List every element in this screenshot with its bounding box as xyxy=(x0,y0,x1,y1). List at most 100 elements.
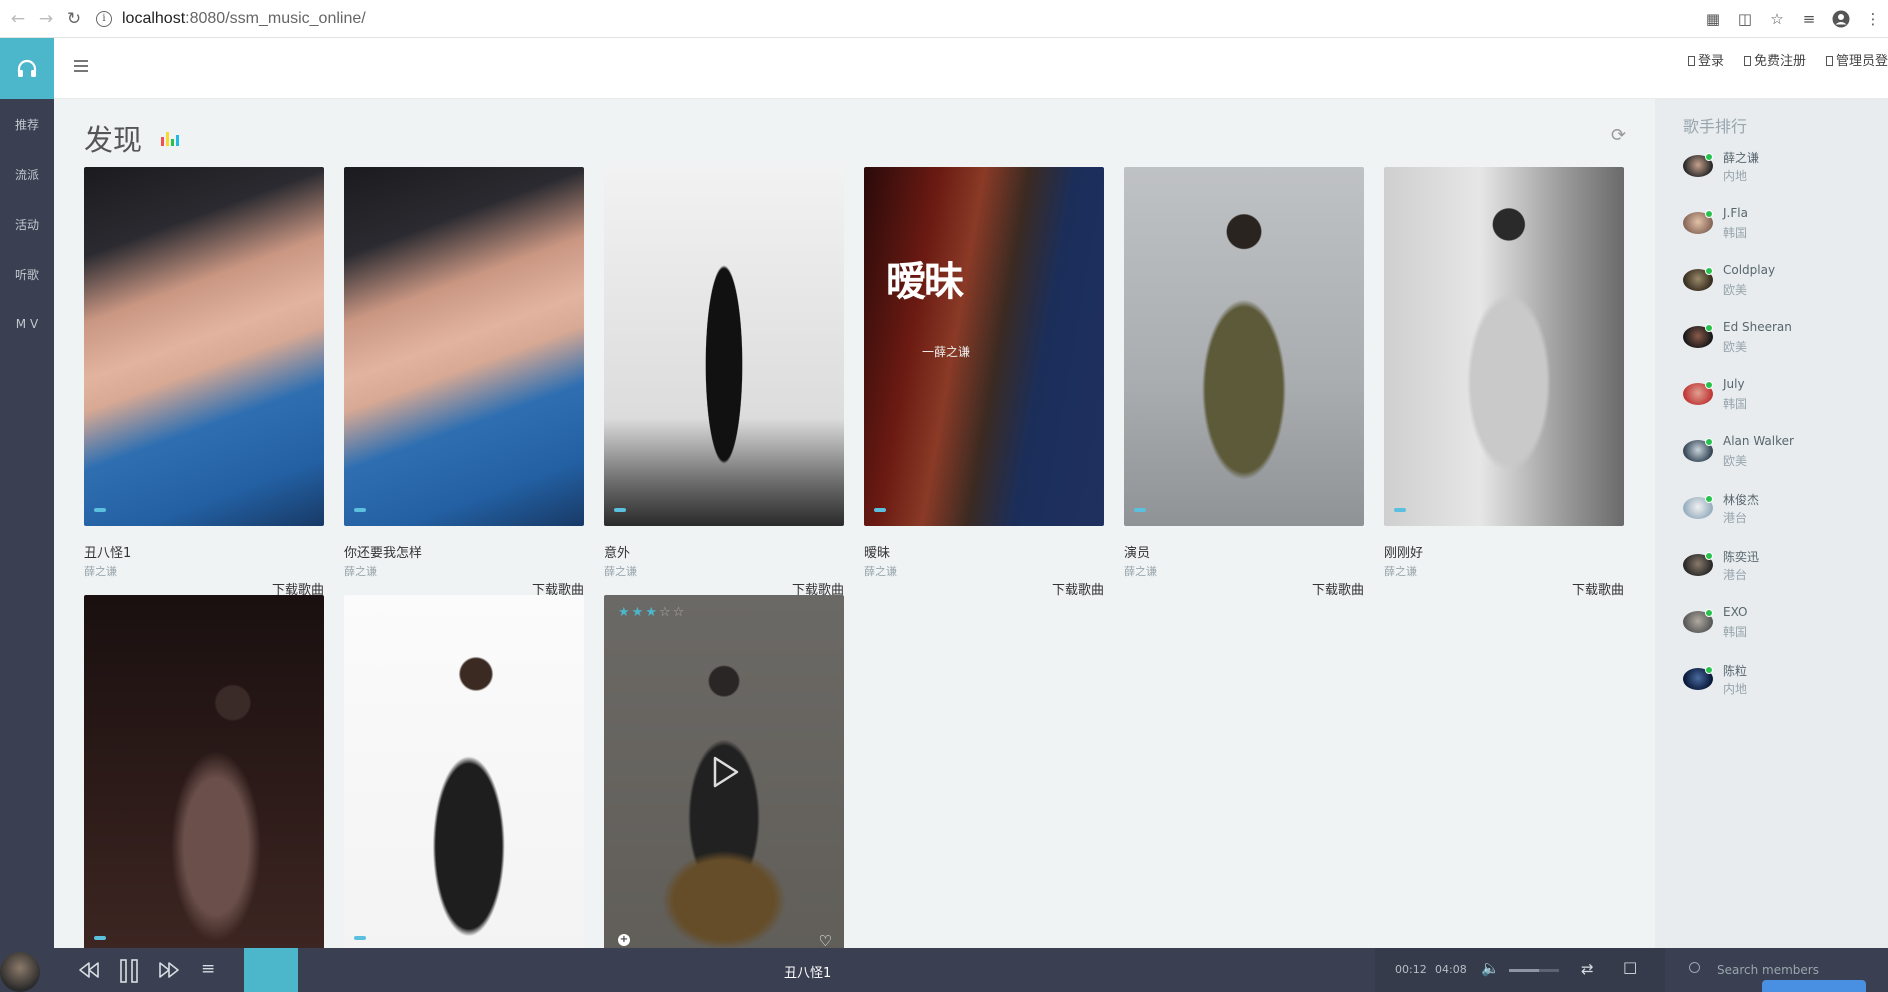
sidebar-item-listen[interactable]: 听歌 xyxy=(0,249,54,299)
profile-icon[interactable] xyxy=(1832,10,1850,28)
star-filled-icon[interactable]: ★ xyxy=(645,605,659,620)
singer-item[interactable]: Alan Walker 欧美 xyxy=(1683,434,1883,474)
song-title[interactable]: 暧昧 xyxy=(864,542,1104,561)
reading-list-icon[interactable]: ≡ xyxy=(1800,10,1818,28)
song-card[interactable] xyxy=(84,595,324,948)
qr-code-icon[interactable]: ▦ xyxy=(1704,10,1722,28)
song-artist[interactable]: 薛之谦 xyxy=(864,563,1104,579)
song-title[interactable]: 演员 xyxy=(1124,542,1364,561)
site-info-icon[interactable]: i xyxy=(96,10,112,27)
song-cover[interactable] xyxy=(604,167,844,526)
singer-region: 欧美 xyxy=(1723,340,1748,354)
singer-region: 欧美 xyxy=(1723,454,1748,468)
translate-icon[interactable]: ◫ xyxy=(1736,10,1754,28)
search-input[interactable]: Search members xyxy=(1717,963,1819,977)
singer-name[interactable]: EXO xyxy=(1723,605,1747,619)
singer-item[interactable]: July 韩国 xyxy=(1683,377,1883,417)
song-card[interactable] xyxy=(344,595,584,948)
sidebar-item-genres[interactable]: 流派 xyxy=(0,149,54,199)
playlist-icon[interactable]: ≡ xyxy=(201,959,215,979)
song-title[interactable]: 丑八怪1 xyxy=(84,542,324,561)
singer-item[interactable]: Coldplay 欧美 xyxy=(1683,263,1883,303)
singer-name[interactable]: Coldplay xyxy=(1723,263,1775,277)
volume-icon[interactable]: 🔈 xyxy=(1481,959,1500,977)
reload-icon[interactable]: ↻ xyxy=(64,9,84,29)
heart-icon[interactable]: ♡ xyxy=(819,932,832,948)
singer-name[interactable]: Ed Sheeran xyxy=(1723,320,1792,334)
star-filled-icon[interactable]: ★ xyxy=(618,605,632,620)
song-artist[interactable]: 薛之谦 xyxy=(1384,563,1624,579)
refresh-icon[interactable]: ⟳ xyxy=(1611,125,1631,146)
back-icon[interactable]: ← xyxy=(8,9,28,29)
lyrics-icon[interactable]: □ xyxy=(1623,958,1637,976)
song-artist[interactable]: 薛之谦 xyxy=(84,563,324,579)
star-empty-icon[interactable]: ☆ xyxy=(673,605,687,620)
singer-name[interactable]: 薛之谦 xyxy=(1723,149,1759,166)
song-title[interactable]: 意外 xyxy=(604,542,844,561)
main-content: 发现 ⟳ 丑八怪1 薛之谦 下载歌曲 你还要我怎样 薛之谦 下载歌曲 意外 薛之… xyxy=(54,99,1655,948)
play-icon[interactable] xyxy=(712,755,740,789)
song-cover[interactable] xyxy=(1384,167,1624,526)
singer-item[interactable]: 林俊杰 港台 xyxy=(1683,491,1883,531)
admin-login-link[interactable]: 管理员登 xyxy=(1825,50,1888,69)
song-cover[interactable] xyxy=(344,595,584,948)
song-card[interactable]: 演员 薛之谦 下载歌曲 xyxy=(1124,167,1364,598)
headphones-logo[interactable] xyxy=(0,38,54,99)
download-button[interactable]: 下载歌曲 xyxy=(1572,579,1624,598)
singer-name[interactable]: 林俊杰 xyxy=(1723,491,1759,508)
menu-toggle-icon[interactable] xyxy=(74,60,88,72)
song-cover[interactable] xyxy=(84,167,324,526)
singer-item[interactable]: 陈奕迅 港台 xyxy=(1683,548,1883,588)
bookmark-star-icon[interactable]: ☆ xyxy=(1768,10,1786,28)
song-artist[interactable]: 薛之谦 xyxy=(604,563,844,579)
address-bar[interactable]: i localhost:8080/ssm_music_online/ xyxy=(96,5,1704,33)
song-card-hover[interactable]: ★★★☆☆ + ♡ xyxy=(604,595,844,948)
singer-item[interactable]: EXO 韩国 xyxy=(1683,605,1883,645)
download-button[interactable]: 下载歌曲 xyxy=(1312,579,1364,598)
singer-name[interactable]: 陈粒 xyxy=(1723,662,1747,679)
song-card[interactable]: 暧昧 一薛之谦 暧昧 薛之谦 下载歌曲 xyxy=(864,167,1104,598)
user-avatar[interactable] xyxy=(0,952,40,992)
singer-item[interactable]: Ed Sheeran 欧美 xyxy=(1683,320,1883,360)
previous-icon[interactable] xyxy=(78,961,100,979)
singer-name[interactable]: July xyxy=(1723,377,1745,391)
total-time: 04:08 xyxy=(1435,963,1467,976)
singer-item[interactable]: 薛之谦 内地 xyxy=(1683,149,1883,189)
sidebar-item-recommend[interactable]: 推荐 xyxy=(0,99,54,149)
browser-menu-icon[interactable]: ⋮ xyxy=(1864,10,1882,28)
sidebar-item-events[interactable]: 活动 xyxy=(0,199,54,249)
progress-bar-fill[interactable] xyxy=(244,948,298,992)
singer-name[interactable]: 陈奕迅 xyxy=(1723,548,1759,565)
singer-name[interactable]: J.Fla xyxy=(1723,206,1748,220)
song-title[interactable]: 你还要我怎样 xyxy=(344,542,584,561)
chat-tab[interactable] xyxy=(1762,980,1866,992)
sidebar-item-mv[interactable]: M V xyxy=(0,299,54,349)
song-artist[interactable]: 薛之谦 xyxy=(1124,563,1364,579)
song-cover[interactable] xyxy=(84,595,324,948)
song-title[interactable]: 刚刚好 xyxy=(1384,542,1624,561)
song-card[interactable]: 刚刚好 薛之谦 下载歌曲 xyxy=(1384,167,1624,598)
rating-stars[interactable]: ★★★☆☆ xyxy=(618,605,686,620)
song-cover[interactable] xyxy=(1124,167,1364,526)
download-button[interactable]: 下载歌曲 xyxy=(1052,579,1104,598)
online-status xyxy=(1705,495,1713,503)
star-empty-icon[interactable]: ☆ xyxy=(659,605,673,620)
shuffle-icon[interactable]: ⇄ xyxy=(1581,960,1594,978)
song-cover[interactable] xyxy=(344,167,584,526)
forward-icon[interactable]: → xyxy=(36,9,56,29)
song-card[interactable]: 丑八怪1 薛之谦 下载歌曲 xyxy=(84,167,324,598)
song-card[interactable]: 你还要我怎样 薛之谦 下载歌曲 xyxy=(344,167,584,598)
star-filled-icon[interactable]: ★ xyxy=(632,605,646,620)
register-link[interactable]: 免费注册 xyxy=(1743,50,1806,69)
login-link[interactable]: 登录 xyxy=(1687,50,1724,69)
song-card[interactable]: 意外 薛之谦 下载歌曲 xyxy=(604,167,844,598)
song-cover[interactable]: 暧昧 一薛之谦 xyxy=(864,167,1104,526)
pause-icon[interactable] xyxy=(118,958,140,984)
next-icon[interactable] xyxy=(158,961,180,979)
singer-name[interactable]: Alan Walker xyxy=(1723,434,1794,448)
song-artist[interactable]: 薛之谦 xyxy=(344,563,584,579)
singer-item[interactable]: 陈粒 内地 xyxy=(1683,662,1883,702)
add-icon[interactable]: + xyxy=(618,934,630,946)
singer-item[interactable]: J.Fla 韩国 xyxy=(1683,206,1883,246)
song-cover[interactable]: ★★★☆☆ + ♡ xyxy=(604,595,844,948)
